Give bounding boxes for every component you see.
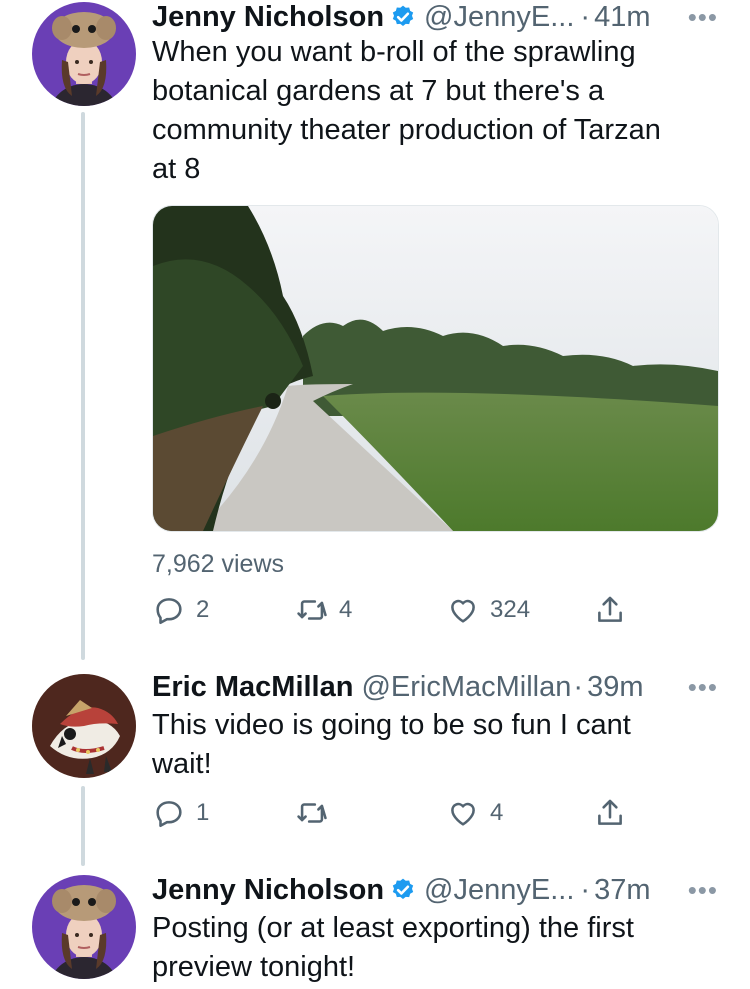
author-handle[interactable]: @EricMacMillan (361, 671, 571, 704)
like-count: 324 (490, 596, 531, 623)
reply-button[interactable]: 1 (152, 796, 209, 830)
verified-badge-icon (392, 878, 414, 899)
tweet-text-line: at 8 (152, 153, 201, 185)
tweet-text-line: When you want b-roll of the sprawling (152, 36, 636, 68)
reply-count: 2 (196, 596, 210, 623)
tweet-header: Eric MacMillan @EricMacMillan · 39m (152, 670, 643, 704)
tweet-text-line: preview tonight! (152, 951, 356, 983)
like-button[interactable]: 4 (446, 796, 503, 830)
like-count: 4 (490, 799, 504, 826)
separator-dot: · (573, 670, 584, 703)
author-name[interactable]: Jenny Nicholson (152, 874, 384, 907)
share-icon (598, 799, 622, 825)
reply-button[interactable]: 2 (152, 593, 209, 627)
retweet-icon (297, 600, 327, 620)
retweet-button[interactable] (295, 796, 339, 830)
video-thumbnail[interactable] (152, 205, 719, 532)
like-icon (451, 802, 475, 826)
avatar[interactable] (32, 2, 136, 106)
author-name[interactable]: Jenny Nicholson (152, 1, 384, 34)
share-button[interactable] (593, 593, 627, 627)
tweet-actions: 2 4 324 (152, 593, 632, 633)
author-name[interactable]: Eric MacMillan (152, 671, 353, 704)
tweet-3[interactable]: Jenny Nicholson @JennyE... · 37m ••• Pos… (0, 873, 750, 989)
like-icon (451, 599, 475, 623)
author-handle[interactable]: @JennyE... (424, 874, 574, 907)
share-button[interactable] (593, 796, 627, 830)
reply-icon (156, 598, 182, 625)
tweet-text: Posting (or at least exporting) the firs… (152, 909, 722, 987)
like-button[interactable]: 324 (446, 593, 530, 627)
tweet-text: When you want b-roll of the sprawling bo… (152, 33, 722, 189)
separator-dot: · (580, 873, 591, 906)
retweet-icon (297, 803, 327, 823)
tweet-1[interactable]: Jenny Nicholson @JennyE... · 41m ••• Whe… (0, 0, 750, 660)
author-handle[interactable]: @JennyE... (424, 1, 574, 34)
timestamp[interactable]: 39m (587, 671, 643, 704)
tweet-text-line: This video is going to be so fun I cant (152, 709, 631, 741)
verified-badge-icon (392, 5, 414, 26)
timestamp[interactable]: 41m (594, 1, 650, 34)
tweet-header: Jenny Nicholson @JennyE... · 41m (152, 0, 650, 34)
retweet-button[interactable]: 4 (295, 593, 352, 627)
tweet-text-line: wait! (152, 748, 212, 780)
avatar[interactable] (32, 875, 136, 979)
tweet-text-line: Posting (or at least exporting) the firs… (152, 912, 634, 944)
share-icon (598, 596, 622, 622)
timestamp[interactable]: 37m (594, 874, 650, 907)
retweet-count: 4 (339, 596, 353, 623)
view-count: 7,962 views (152, 550, 285, 578)
more-icon[interactable]: ••• (688, 672, 718, 703)
reply-count: 1 (196, 799, 210, 826)
more-icon[interactable]: ••• (688, 875, 718, 906)
avatar[interactable] (32, 674, 136, 778)
separator-dot: · (580, 0, 591, 33)
tweet-text-line: botanical gardens at 7 but there's a (152, 75, 605, 107)
tweet-text-line: community theater production of Tarzan (152, 114, 661, 146)
tweet-2[interactable]: Eric MacMillan @EricMacMillan · 39m ••• … (0, 670, 750, 870)
more-icon[interactable]: ••• (688, 2, 718, 33)
tweet-actions: 1 4 (152, 796, 632, 836)
tweet-header: Jenny Nicholson @JennyE... · 37m (152, 873, 650, 907)
reply-icon (156, 801, 182, 828)
tweet-text: This video is going to be so fun I cant … (152, 706, 722, 784)
